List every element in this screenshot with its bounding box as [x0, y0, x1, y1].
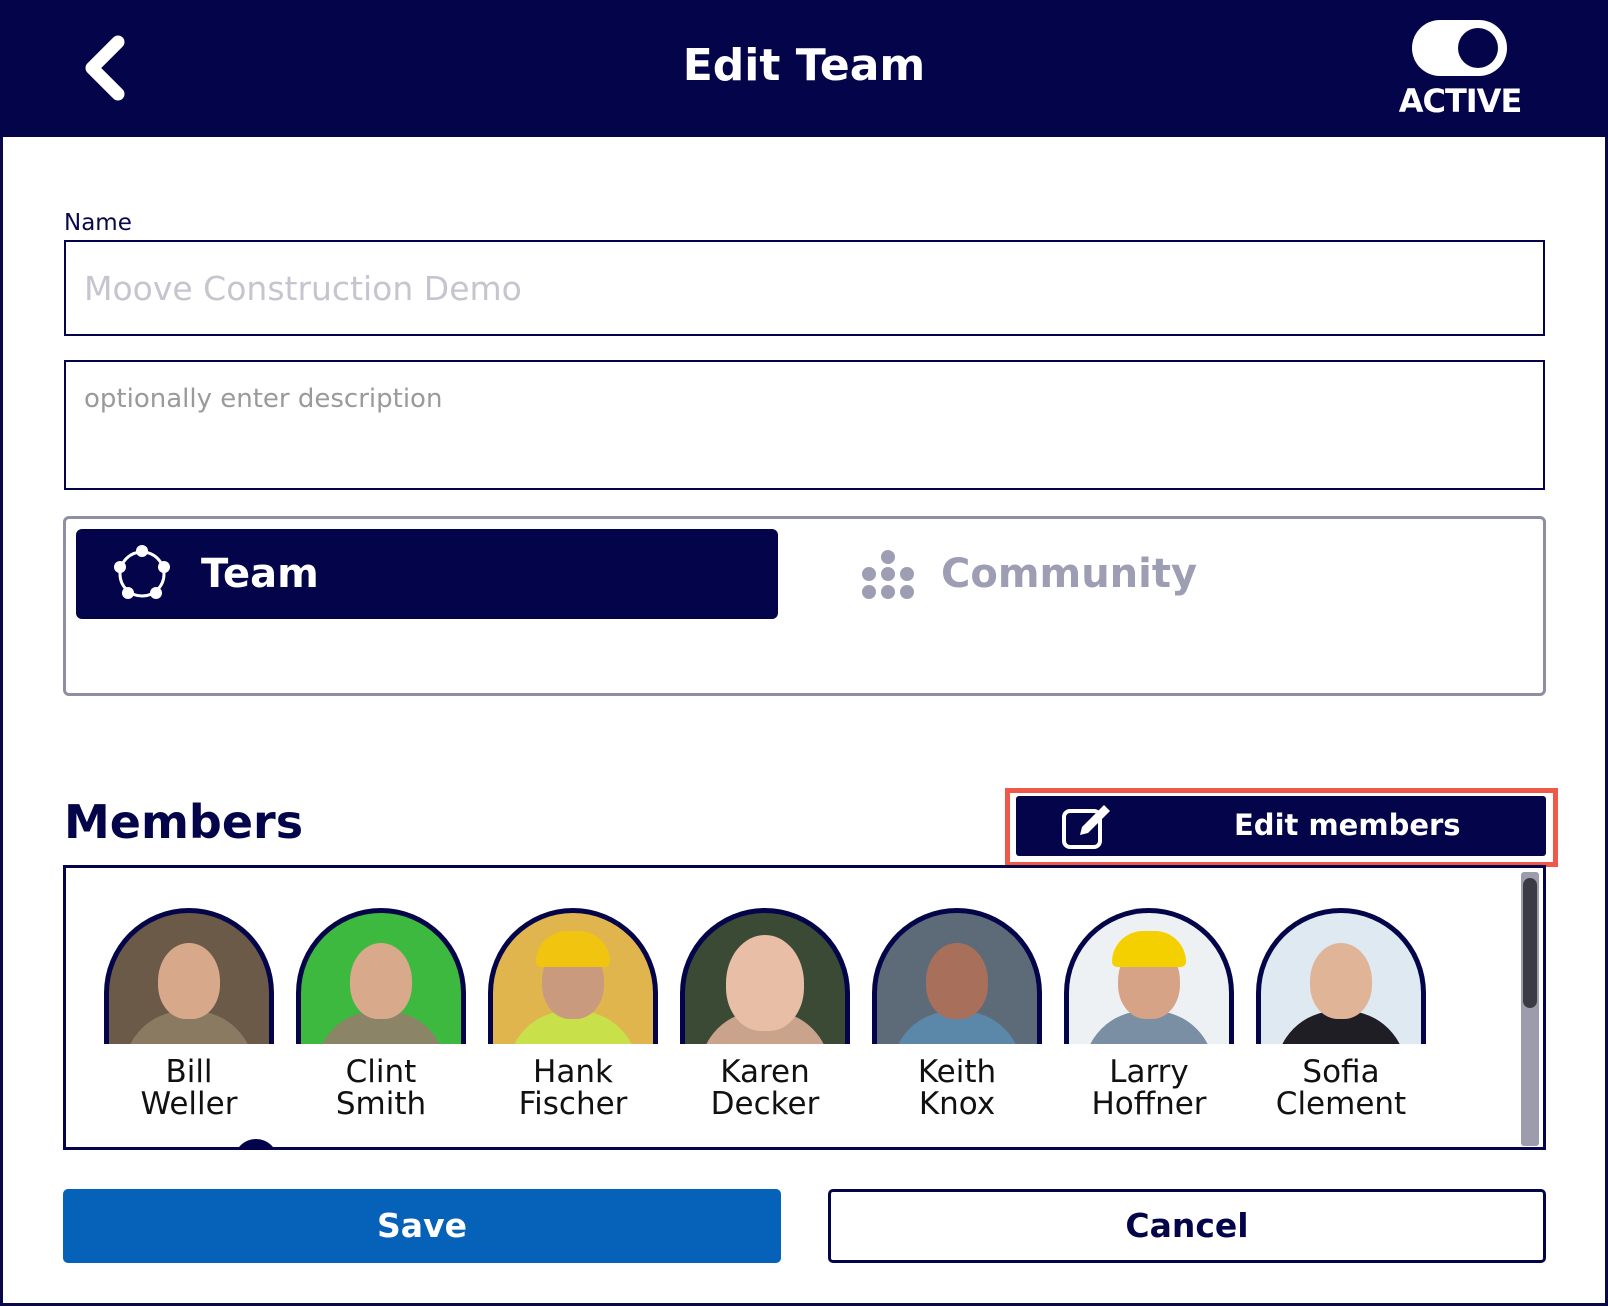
member-first-name: Clint: [345, 1054, 417, 1090]
member-first-name: Sofia: [1302, 1054, 1380, 1090]
avatar: [296, 908, 466, 1044]
scrollbar-thumb[interactable]: [1523, 878, 1537, 1008]
member-last-name: Knox: [918, 1086, 996, 1122]
member-item[interactable]: Sofia Clement: [1256, 908, 1426, 1120]
members-title: Members: [64, 795, 304, 849]
segment-community-label: Community: [941, 551, 1198, 597]
member-last-name: Fischer: [518, 1086, 628, 1122]
header-bar: Edit Team ACTIVE: [0, 0, 1608, 137]
avatar: [488, 908, 658, 1044]
member-first-name: Keith: [917, 1054, 997, 1090]
member-first-name: Bill: [165, 1054, 213, 1090]
member-item[interactable]: Karen Decker: [680, 908, 850, 1120]
member-first-name: Larry: [1109, 1054, 1189, 1090]
toggle-knob: [1458, 28, 1498, 68]
member-item[interactable]: Bill Weller: [104, 908, 274, 1120]
community-dots-icon: [862, 550, 914, 612]
member-first-name: Hank: [533, 1054, 613, 1090]
edit-members-label: Edit members: [1234, 808, 1461, 842]
segment-team[interactable]: Team: [76, 529, 778, 619]
members-list: Bill Weller Clint Smith Hank Fischer Kar…: [63, 865, 1546, 1150]
member-item[interactable]: Hank Fischer: [488, 908, 658, 1120]
edit-members-button[interactable]: Edit members: [1016, 796, 1546, 856]
member-last-name: Weller: [140, 1086, 238, 1122]
member-item[interactable]: Larry Hoffner: [1064, 908, 1234, 1120]
edit-pencil-icon: [1062, 805, 1110, 849]
member-last-name: Decker: [710, 1086, 820, 1122]
member-first-name: Karen: [720, 1054, 810, 1090]
member-item[interactable]: Clint Smith: [296, 908, 466, 1120]
avatar: [872, 908, 1042, 1044]
avatar: [1064, 908, 1234, 1044]
member-last-name: Clement: [1275, 1086, 1407, 1122]
avatar: [680, 908, 850, 1044]
segment-community[interactable]: Community: [856, 529, 1476, 619]
team-circle-icon: [114, 545, 170, 599]
name-label: Name: [64, 210, 132, 236]
avatar: [104, 908, 274, 1044]
active-toggle[interactable]: [1412, 20, 1507, 76]
type-selector: Team Community: [63, 516, 1546, 696]
save-button[interactable]: Save: [63, 1189, 781, 1263]
member-item[interactable]: Keith Knox: [872, 908, 1042, 1120]
active-toggle-label: ACTIVE: [1398, 82, 1523, 120]
cancel-button[interactable]: Cancel: [828, 1189, 1546, 1263]
segment-team-label: Team: [201, 551, 319, 597]
partial-avatar: [234, 1139, 278, 1147]
members-scrollbar[interactable]: [1521, 872, 1539, 1146]
member-last-name: Hoffner: [1091, 1086, 1207, 1122]
page-title: Edit Team: [682, 40, 926, 91]
member-last-name: Smith: [335, 1086, 427, 1122]
description-input[interactable]: [64, 360, 1545, 490]
name-input[interactable]: [64, 240, 1545, 336]
avatar: [1256, 908, 1426, 1044]
